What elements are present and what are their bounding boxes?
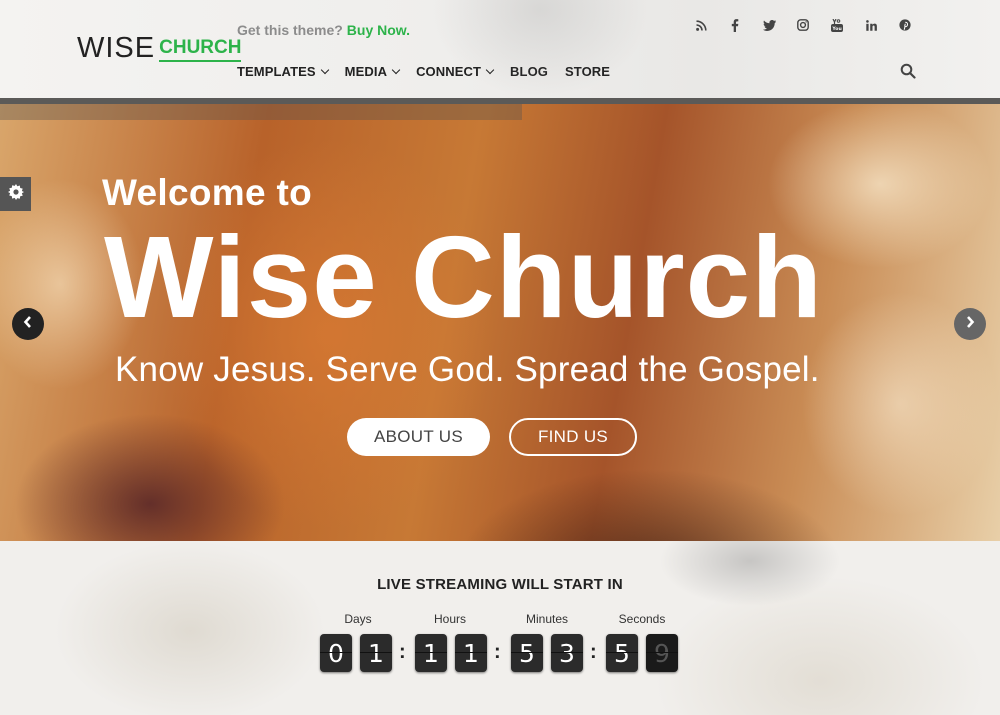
colon-separator: :: [399, 641, 406, 663]
days-label: Days: [344, 612, 372, 626]
seconds-label: Seconds: [618, 612, 666, 626]
hours-label: Hours: [433, 612, 466, 626]
find-us-button[interactable]: FIND US: [509, 418, 637, 456]
nav-connect[interactable]: CONNECT: [416, 64, 495, 79]
twitter-icon[interactable]: [761, 17, 777, 33]
facebook-icon[interactable]: [727, 17, 743, 33]
logo-church: CHURCH: [159, 38, 242, 62]
seconds-digit: 5: [606, 634, 638, 672]
nav-templates[interactable]: TEMPLATES: [237, 64, 329, 79]
colon-separator: :: [590, 641, 597, 663]
nav-media[interactable]: MEDIA: [344, 64, 401, 79]
social-links: You: [693, 17, 913, 33]
search-icon[interactable]: [900, 63, 918, 81]
gear-icon: [7, 183, 24, 205]
linkedin-icon[interactable]: [863, 17, 879, 33]
promo-banner: Get this theme? Buy Now.: [237, 22, 410, 38]
hero-welcome: Welcome to: [102, 172, 312, 213]
nav-templates-label: TEMPLATES: [237, 64, 316, 79]
hours-digit: 1: [415, 634, 447, 672]
nav-blog-label: BLOG: [510, 64, 548, 79]
settings-toggle[interactable]: [0, 177, 31, 211]
chevron-down-icon: [320, 65, 329, 75]
chevron-right-icon: [965, 315, 975, 333]
seconds-digit: 9: [646, 634, 678, 672]
nav-media-label: MEDIA: [344, 64, 388, 79]
hours-digit: 1: [455, 634, 487, 672]
countdown-section: LIVE STREAMING WILL START IN Days Hours …: [0, 541, 1000, 715]
colon-separator: :: [494, 641, 501, 663]
nav-store-label: STORE: [565, 64, 611, 79]
countdown-title: LIVE STREAMING WILL START IN: [377, 576, 623, 593]
youtube-icon[interactable]: You: [829, 17, 845, 33]
hero-tagline: Know Jesus. Serve God. Spread the Gospel…: [115, 350, 820, 389]
nav-connect-label: CONNECT: [416, 64, 482, 79]
days-digit: 0: [320, 634, 352, 672]
site-logo[interactable]: WISE CHURCH: [77, 32, 242, 64]
hero-top-shade: [0, 104, 522, 120]
instagram-icon[interactable]: [795, 17, 811, 33]
logo-wise: WISE: [77, 32, 156, 64]
site-header: WISE CHURCH Get this theme? Buy Now. TEMP…: [0, 0, 1000, 98]
pinterest-icon[interactable]: [897, 17, 913, 33]
main-nav: TEMPLATES MEDIA CONNECT BLOG STORE: [237, 64, 627, 79]
promo-text: Get this theme?: [237, 22, 343, 38]
hero-title: Wise Church: [104, 212, 823, 342]
days-digit: 1: [360, 634, 392, 672]
nav-blog[interactable]: BLOG: [510, 64, 548, 79]
about-us-button[interactable]: ABOUT US: [347, 418, 490, 456]
slider-next-button[interactable]: [954, 308, 986, 340]
minutes-label: Minutes: [525, 612, 569, 626]
buy-now-link[interactable]: Buy Now.: [347, 22, 410, 38]
minutes-digit: 5: [511, 634, 543, 672]
hero-slider: Welcome to Wise Church Know Jesus. Serve…: [0, 104, 1000, 541]
chevron-down-icon: [391, 65, 401, 75]
svg-text:You: You: [831, 26, 841, 32]
chevron-left-icon: [23, 315, 33, 333]
minutes-digit: 3: [551, 634, 583, 672]
rss-icon[interactable]: [693, 17, 709, 33]
slider-prev-button[interactable]: [12, 308, 44, 340]
chevron-down-icon: [485, 65, 495, 75]
nav-store[interactable]: STORE: [565, 64, 610, 79]
